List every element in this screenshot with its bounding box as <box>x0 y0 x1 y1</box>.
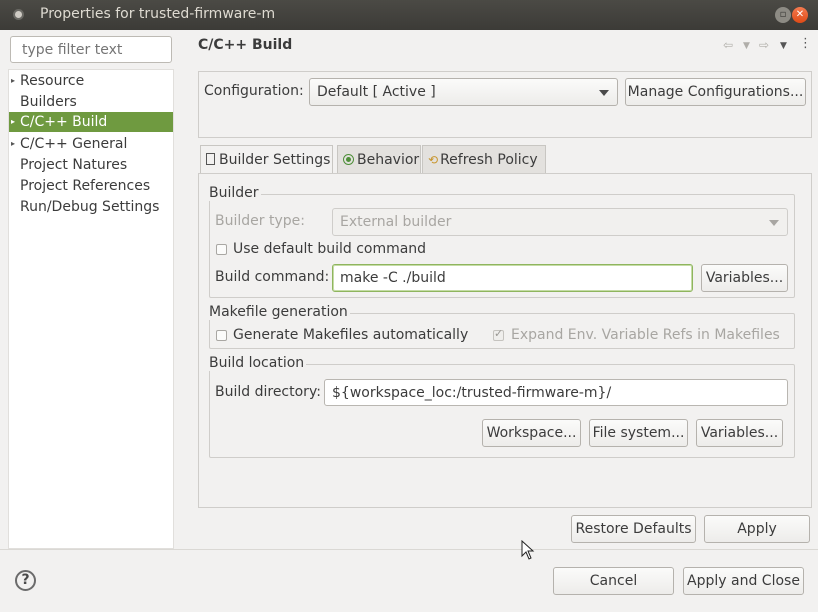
tree-item-cpp-general[interactable]: ▸ C/C++ General <box>9 134 173 154</box>
tree-item-label: Run/Debug Settings <box>20 199 160 215</box>
tab-label: Refresh Policy <box>440 152 538 168</box>
window-title: Properties for trusted-firmware-m <box>40 6 276 22</box>
file-system-button[interactable]: File system... <box>589 419 688 447</box>
use-default-build-command-label: Use default build command <box>233 241 427 257</box>
close-button[interactable]: ✕ <box>792 7 808 23</box>
use-default-build-command-checkbox[interactable] <box>216 244 227 255</box>
tab-refresh-policy[interactable]: ⟲ Refresh Policy <box>422 145 546 174</box>
tab-label: Behavior <box>357 152 420 168</box>
view-menu-icon[interactable]: ⋮ <box>799 36 812 51</box>
builder-variables-button[interactable]: Variables... <box>701 264 788 292</box>
cancel-button[interactable]: Cancel <box>553 567 674 595</box>
tree-item-label: Project References <box>20 178 151 194</box>
tree-item-run-debug-settings[interactable]: Run/Debug Settings <box>9 197 173 217</box>
window-menu-icon[interactable] <box>13 9 24 20</box>
tree-item-cpp-build[interactable]: ▸ C/C++ Build <box>9 112 173 132</box>
builder-group-label: Builder <box>209 185 261 201</box>
generate-makefiles-label: Generate Makefiles automatically <box>233 327 469 343</box>
forward-arrow-icon[interactable]: ⇨ <box>759 38 769 52</box>
build-location-group-label: Build location <box>209 355 307 371</box>
build-command-label: Build command: <box>215 269 330 285</box>
tab-behavior[interactable]: Behavior <box>337 145 421 174</box>
build-directory-input[interactable] <box>324 379 788 406</box>
back-arrow-icon[interactable]: ⇦ <box>723 38 733 52</box>
tree-item-project-references[interactable]: Project References <box>9 176 173 196</box>
builder-type-label: Builder type: <box>215 213 305 229</box>
property-tree: ▸ Resource Builders ▸ C/C++ Build ▸ C/C+… <box>8 69 174 549</box>
tree-item-label: Resource <box>20 73 85 89</box>
filter-input[interactable] <box>10 36 172 63</box>
divider <box>0 549 818 550</box>
apply-button[interactable]: Apply <box>704 515 810 543</box>
manage-configurations-button[interactable]: Manage Configurations... <box>625 78 806 106</box>
tree-item-builders[interactable]: Builders <box>9 92 173 112</box>
tree-item-label: C/C++ Build <box>20 114 108 130</box>
title-bar: Properties for trusted-firmware-m ▫ ✕ <box>0 0 818 30</box>
expand-arrow-icon[interactable]: ▸ <box>11 134 15 154</box>
expand-arrow-icon[interactable]: ▸ <box>11 71 15 91</box>
expand-arrow-icon[interactable]: ▸ <box>11 112 15 132</box>
restore-defaults-button[interactable]: Restore Defaults <box>571 515 696 543</box>
build-command-input[interactable] <box>332 264 693 292</box>
expand-env-refs-label: Expand Env. Variable Refs in Makefiles <box>511 327 780 343</box>
tree-item-label: Builders <box>20 94 77 110</box>
makefile-generation-group-label: Makefile generation <box>209 304 350 320</box>
tree-item-resource[interactable]: ▸ Resource <box>9 71 173 91</box>
tab-builder-settings[interactable]: Builder Settings <box>200 145 333 175</box>
workspace-button[interactable]: Workspace... <box>482 419 581 447</box>
tree-item-label: C/C++ General <box>20 136 128 152</box>
builder-type-value: External builder <box>340 214 452 230</box>
forward-menu-chevron-icon[interactable]: ▼ <box>780 41 787 51</box>
dropdown-arrow-icon <box>769 220 779 226</box>
dropdown-arrow-icon <box>599 90 609 96</box>
tab-label: Builder Settings <box>219 152 331 168</box>
document-icon <box>206 153 215 165</box>
help-icon[interactable]: ? <box>15 570 36 591</box>
generate-makefiles-checkbox[interactable] <box>216 330 227 341</box>
build-directory-label: Build directory: <box>215 384 321 400</box>
mouse-cursor-icon <box>521 540 535 560</box>
back-menu-chevron-icon[interactable]: ▼ <box>743 41 750 51</box>
refresh-icon: ⟲ <box>428 153 439 167</box>
configuration-label: Configuration: <box>204 83 304 99</box>
builder-type-select[interactable]: External builder <box>332 208 788 236</box>
location-variables-button[interactable]: Variables... <box>696 419 783 447</box>
tree-item-project-natures[interactable]: Project Natures <box>9 155 173 175</box>
expand-env-refs-checkbox[interactable] <box>493 327 504 341</box>
page-title: C/C++ Build <box>198 37 293 53</box>
apply-and-close-button[interactable]: Apply and Close <box>683 567 804 595</box>
configuration-select[interactable]: Default [ Active ] <box>309 78 618 106</box>
tree-item-label: Project Natures <box>20 157 128 173</box>
maximize-button[interactable]: ▫ <box>775 7 791 23</box>
configuration-value: Default [ Active ] <box>317 84 436 100</box>
radio-target-icon <box>343 154 354 165</box>
